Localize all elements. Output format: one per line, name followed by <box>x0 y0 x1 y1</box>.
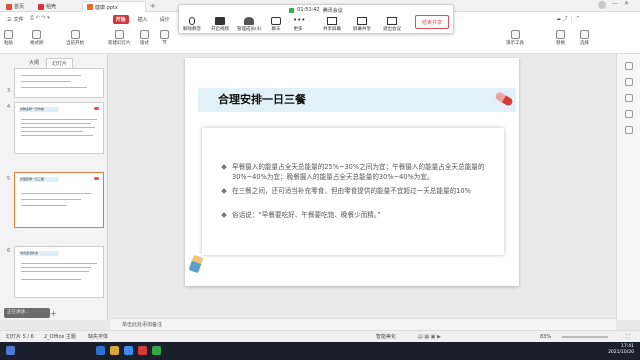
notes-bar[interactable]: 单击此处添加备注 <box>110 318 616 330</box>
section-button[interactable]: 节 <box>160 30 169 46</box>
wechat-icon[interactable] <box>152 346 161 355</box>
bullet-marker <box>221 164 227 170</box>
brush-decoration-icon <box>188 254 204 274</box>
play-icon <box>70 30 80 39</box>
window-controls-icons[interactable]: ☁ ⤴ ⋮ ^ <box>556 15 580 22</box>
tab-home[interactable]: 首页 <box>2 1 28 12</box>
bullet-marker <box>221 212 227 218</box>
animation-icon[interactable] <box>625 94 633 102</box>
chat-icon <box>271 17 281 25</box>
meeting-title: 腾讯会议 <box>322 7 343 14</box>
new-tab-icon[interactable]: + <box>150 2 156 10</box>
design-icon[interactable] <box>625 78 633 86</box>
play-from-current-button[interactable]: 当前开始 <box>66 30 84 46</box>
unmute-button[interactable]: 解除静音 <box>183 17 201 32</box>
bullet-1: 早餐摄入的能量占全天总能量的25%~30%之间为宜；午餐摄入的能量占全天总能量的… <box>221 162 494 182</box>
quick-access-icons[interactable]: ⎙ ↶ ↷ ▾ <box>30 15 50 21</box>
more-button[interactable]: ••• 更多 <box>293 16 306 33</box>
content-box[interactable]: 早餐摄入的能量占全天总能量的25%~30%之间为宜；午餐摄入的能量占全天总能量的… <box>202 128 504 255</box>
folder-icon[interactable] <box>110 346 119 355</box>
manage-members-button[interactable]: 管理成员(4) <box>237 17 261 32</box>
section-icon <box>160 30 169 39</box>
slide[interactable]: 合理安排一日三餐 早餐摄入的能量占全天总能量的25%~30%之间为宜；午餐摄入的… <box>185 58 519 286</box>
title-band: 合理安排一日三餐 <box>198 88 516 112</box>
layout-button[interactable]: 版式 <box>140 30 149 46</box>
docer-icon <box>38 3 44 10</box>
wps-taskbar-icon[interactable] <box>138 346 147 355</box>
leave-meeting-button[interactable]: 退出会议 <box>383 17 401 32</box>
bullet-2: 在三餐之间，还可适当补充零食，但由零食提供的能量不宜超过一天总能量的10% <box>221 186 494 196</box>
new-slide-icon <box>114 30 124 39</box>
replace-icon <box>556 30 565 39</box>
menu-insert[interactable]: 插入 <box>135 15 151 24</box>
bullet-3: 俗话说：“早餐要吃好、午餐要吃饱、晚餐少而精。” <box>221 210 494 220</box>
status-bar: 幻灯片 5 / 6 2_Office 主题 缺失字体 智能美化 ▤ ▦ ▣ ▶ … <box>0 330 640 342</box>
add-slide-icon[interactable]: + <box>50 309 57 318</box>
pptx-icon <box>87 4 93 10</box>
paste-icon <box>4 30 13 39</box>
menu-design[interactable]: 设计 <box>157 15 173 24</box>
transition-icon[interactable] <box>625 110 633 118</box>
exit-icon <box>387 17 397 25</box>
slide-thumbnail-panel: 大纲 幻灯片 3 4 食物多样一日均衡 5 合理安排一日三餐 6 零食适当补充 … <box>0 54 108 320</box>
format-painter-button[interactable]: 格式刷 <box>30 30 44 46</box>
edge-icon[interactable] <box>96 346 105 355</box>
menu-file[interactable]: 三 文件 <box>4 15 27 24</box>
speaking-indicator: 正在讲述... <box>4 308 50 318</box>
screen-share-button[interactable]: 屏幕共享 <box>353 17 371 32</box>
paste-button[interactable]: 粘贴 <box>4 30 13 46</box>
layout-icon <box>140 30 149 39</box>
tools-icon <box>510 30 520 39</box>
settings-icon[interactable] <box>625 126 633 134</box>
chat-button[interactable]: 聊天 <box>271 17 281 32</box>
share-screen-button[interactable]: 共享屏幕 <box>323 17 341 32</box>
slide-thumb-4[interactable]: 4 食物多样一日均衡 <box>4 100 104 160</box>
select-button[interactable]: 选择 <box>580 30 589 46</box>
meeting-header: 01:51:42 腾讯会议 <box>179 5 453 15</box>
tab-document[interactable]: 健康.pptx <box>82 1 146 12</box>
meeting-control-bar: 01:51:42 腾讯会议 解除静音 开启视频 管理成员(4) 聊天 ••• 更多… <box>178 4 454 34</box>
slide-thumb-5[interactable]: 5 合理安排一日三餐 <box>4 172 104 232</box>
zoom-slider[interactable] <box>562 336 608 338</box>
bullet-marker <box>221 188 227 194</box>
meeting-time: 01:51:42 <box>297 7 320 13</box>
menu-home[interactable]: 开始 <box>112 14 129 24</box>
end-share-button[interactable]: 结束共享 <box>415 15 449 29</box>
slide-title: 合理安排一日三餐 <box>218 93 306 106</box>
tab-docer[interactable]: 稻壳 <box>34 1 60 12</box>
slide-thumb-6[interactable]: 6 零食适当补充 <box>4 244 104 304</box>
tencent-meeting-icon[interactable] <box>124 346 133 355</box>
property-icon[interactable] <box>625 62 633 70</box>
screen-icon <box>327 17 337 25</box>
close-icon[interactable]: ✕ <box>624 0 629 7</box>
signal-icon <box>289 7 295 13</box>
presentation-tools-button[interactable]: 演示工具 <box>506 30 524 46</box>
members-icon <box>244 17 255 25</box>
replace-button[interactable]: 替换 <box>556 30 565 46</box>
windows-start-icon[interactable] <box>6 346 15 355</box>
more-icon: ••• <box>293 16 306 24</box>
avatar[interactable] <box>598 1 606 9</box>
microphone-icon <box>189 17 195 25</box>
screen-share-icon <box>357 17 367 25</box>
camera-icon <box>215 17 225 25</box>
right-sidebar <box>616 54 640 320</box>
wps-icon <box>6 3 12 10</box>
select-icon <box>580 30 589 39</box>
new-slide-button[interactable]: 新建幻灯片 <box>108 30 131 46</box>
windows-taskbar: 17:41 2021/10/20 <box>0 342 640 360</box>
system-clock: 17:41 2021/10/20 <box>608 344 634 355</box>
start-video-button[interactable]: 开启视频 <box>211 17 229 32</box>
brush-icon <box>32 30 42 39</box>
slide-thumb-3[interactable]: 3 <box>4 68 104 100</box>
minimize-icon[interactable]: — <box>612 0 618 7</box>
